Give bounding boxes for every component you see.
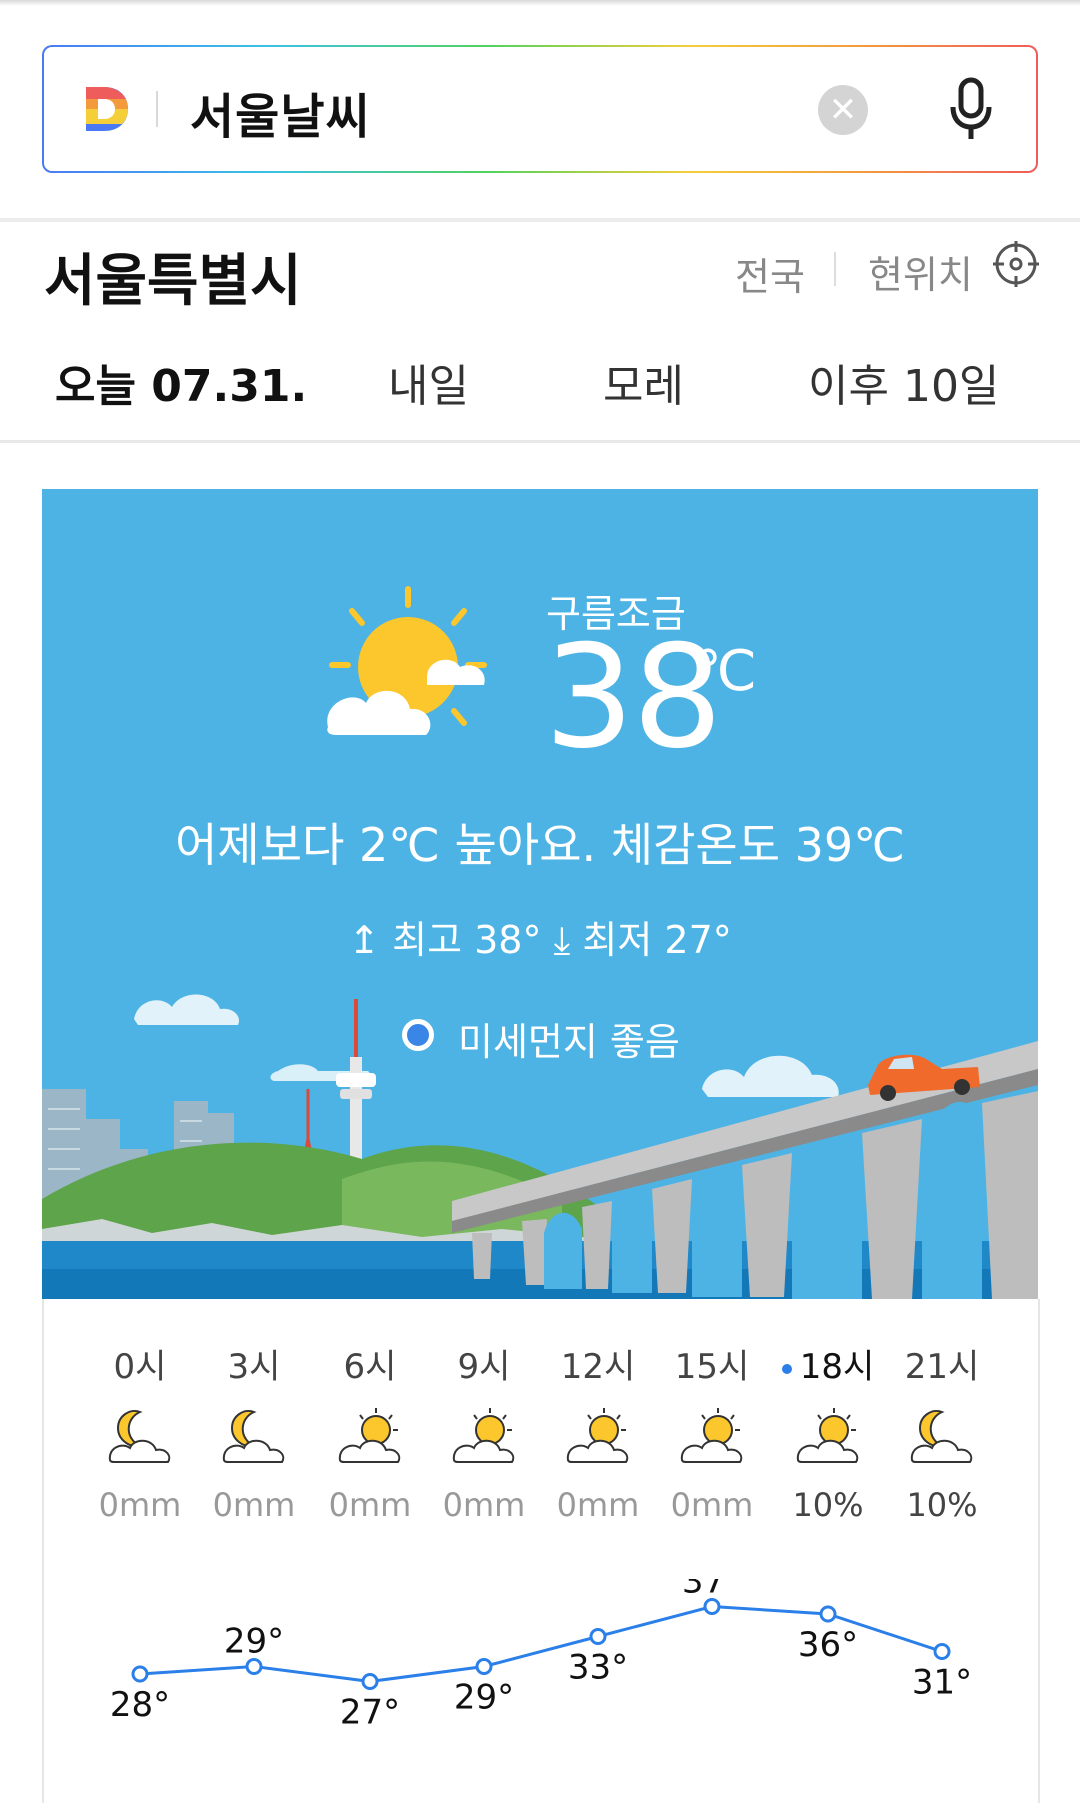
hour-label: 12시 <box>543 1339 653 1388</box>
search-bar[interactable]: 서울날씨 ✕ <box>42 45 1038 173</box>
hour-label: 6시 <box>315 1339 425 1388</box>
temperature-label: 36° <box>798 1625 858 1665</box>
temperature-label: 33° <box>568 1648 628 1688</box>
temperature-unit: ℃ <box>694 639 757 704</box>
hour-label: 0시 <box>85 1339 195 1388</box>
current-hour-dot <box>781 1363 792 1374</box>
hour-label: 3시 <box>199 1339 309 1388</box>
temperature-graph: 28° 29° 27° 29° 33° 37° 36° 31° <box>110 1579 972 1733</box>
tab-10-days[interactable]: 이후 10일 <box>808 350 999 414</box>
temperature-label: 31° <box>912 1663 972 1703</box>
precipitation: 0mm <box>212 1486 296 1524</box>
temperature-label: 37° <box>682 1579 742 1602</box>
temperature-point <box>703 1598 721 1615</box>
hour-text: 15시 <box>674 1347 750 1387</box>
hour-label: 15시 <box>657 1339 767 1388</box>
tab-day-after[interactable]: 모레 <box>603 350 684 414</box>
partly-cloudy-night-icon <box>902 1402 982 1472</box>
fine-dust-label[interactable]: 미세먼지 좋음 <box>458 1011 680 1066</box>
microphone-icon[interactable] <box>946 77 996 143</box>
tabs-divider <box>0 440 1080 443</box>
temperature-label: 29° <box>224 1622 284 1662</box>
partly-cloudy-day-icon <box>330 1402 410 1472</box>
partly-cloudy-day-icon <box>444 1402 524 1472</box>
temperature-point <box>361 1673 379 1690</box>
hourly-item: 9시 0mm <box>429 1339 539 1524</box>
city-title: 서울특별시 <box>44 249 302 314</box>
tab-tomorrow[interactable]: 내일 <box>388 350 469 414</box>
temperature-point <box>589 1628 607 1645</box>
temperature-point <box>819 1605 837 1623</box>
hourly-item: 18시 10% <box>773 1339 883 1524</box>
partly-cloudy-night-icon <box>214 1402 294 1472</box>
partly-cloudy-day-icon <box>672 1402 752 1472</box>
hour-label: 9시 <box>429 1339 539 1388</box>
partly-cloudy-day-icon <box>788 1402 868 1472</box>
hour-text: 0시 <box>113 1347 167 1387</box>
hour-text: 12시 <box>560 1347 636 1387</box>
fine-dust-status-icon <box>402 1019 434 1051</box>
hourly-item: 21시 10% <box>887 1339 997 1524</box>
precipitation: 0mm <box>328 1486 412 1524</box>
precipitation: 10% <box>792 1486 864 1524</box>
temperature-label: 29° <box>454 1678 514 1718</box>
section-divider <box>0 218 1080 222</box>
clear-icon[interactable]: ✕ <box>818 85 868 135</box>
hourly-forecast: 0시 0mm 3시 0mm 6시 0mm 9시 0mm 12시 0mm 15시 0mm 18시 10% 21… <box>42 1299 1040 1803</box>
hourly-item: 15시 0mm <box>657 1339 767 1524</box>
hourly-item: 6시 0mm <box>315 1339 425 1524</box>
hourly-item: 0시 0mm <box>85 1339 195 1524</box>
crosshair-icon[interactable] <box>992 240 1040 288</box>
search-input[interactable]: 서울날씨 <box>190 77 371 147</box>
daum-logo-icon[interactable] <box>84 85 130 133</box>
temperature-point <box>933 1643 951 1660</box>
temperature-point <box>245 1658 263 1675</box>
temperature-point <box>131 1665 149 1683</box>
search-separator <box>156 91 158 127</box>
search-inner: 서울날씨 ✕ <box>44 47 1036 171</box>
precipitation: 0mm <box>98 1486 182 1524</box>
temperature-label: 28° <box>110 1685 170 1725</box>
hourly-item: 12시 0mm <box>543 1339 653 1524</box>
hour-text: 9시 <box>457 1347 511 1387</box>
hour-label: 18시 <box>773 1339 883 1388</box>
temperature-point <box>475 1658 493 1675</box>
tab-today[interactable]: 오늘 07.31. <box>55 350 307 414</box>
weather-illustration <box>42 489 1038 1299</box>
status-divider <box>0 0 1080 6</box>
partly-cloudy-night-icon <box>100 1402 180 1472</box>
hour-text: 21시 <box>904 1347 980 1387</box>
hour-text: 3시 <box>227 1347 281 1387</box>
link-separator <box>834 252 836 286</box>
partly-cloudy-day-icon <box>558 1402 638 1472</box>
hourly-item: 3시 0mm <box>199 1339 309 1524</box>
hour-label: 21시 <box>887 1339 997 1388</box>
min-max-temperature: ↥ 최고 38° ⤓ 최저 27° <box>348 918 732 962</box>
current-weather-card: 구름조금 38 ℃ 어제보다 2℃ 높아요. 체감온도 39℃ ↥ 최고 38°… <box>42 489 1038 1299</box>
hour-text: 18시 <box>799 1347 875 1387</box>
hour-text: 6시 <box>343 1347 397 1387</box>
precipitation: 0mm <box>442 1486 526 1524</box>
nationwide-link[interactable]: 전국 <box>735 246 805 301</box>
precipitation: 0mm <box>670 1486 754 1524</box>
temperature-label: 27° <box>340 1693 400 1733</box>
current-location-link[interactable]: 현위치 <box>868 244 973 299</box>
temperature-comparison: 어제보다 2℃ 높아요. 체감온도 39℃ <box>175 818 905 872</box>
precipitation: 0mm <box>556 1486 640 1524</box>
precipitation: 10% <box>906 1486 978 1524</box>
